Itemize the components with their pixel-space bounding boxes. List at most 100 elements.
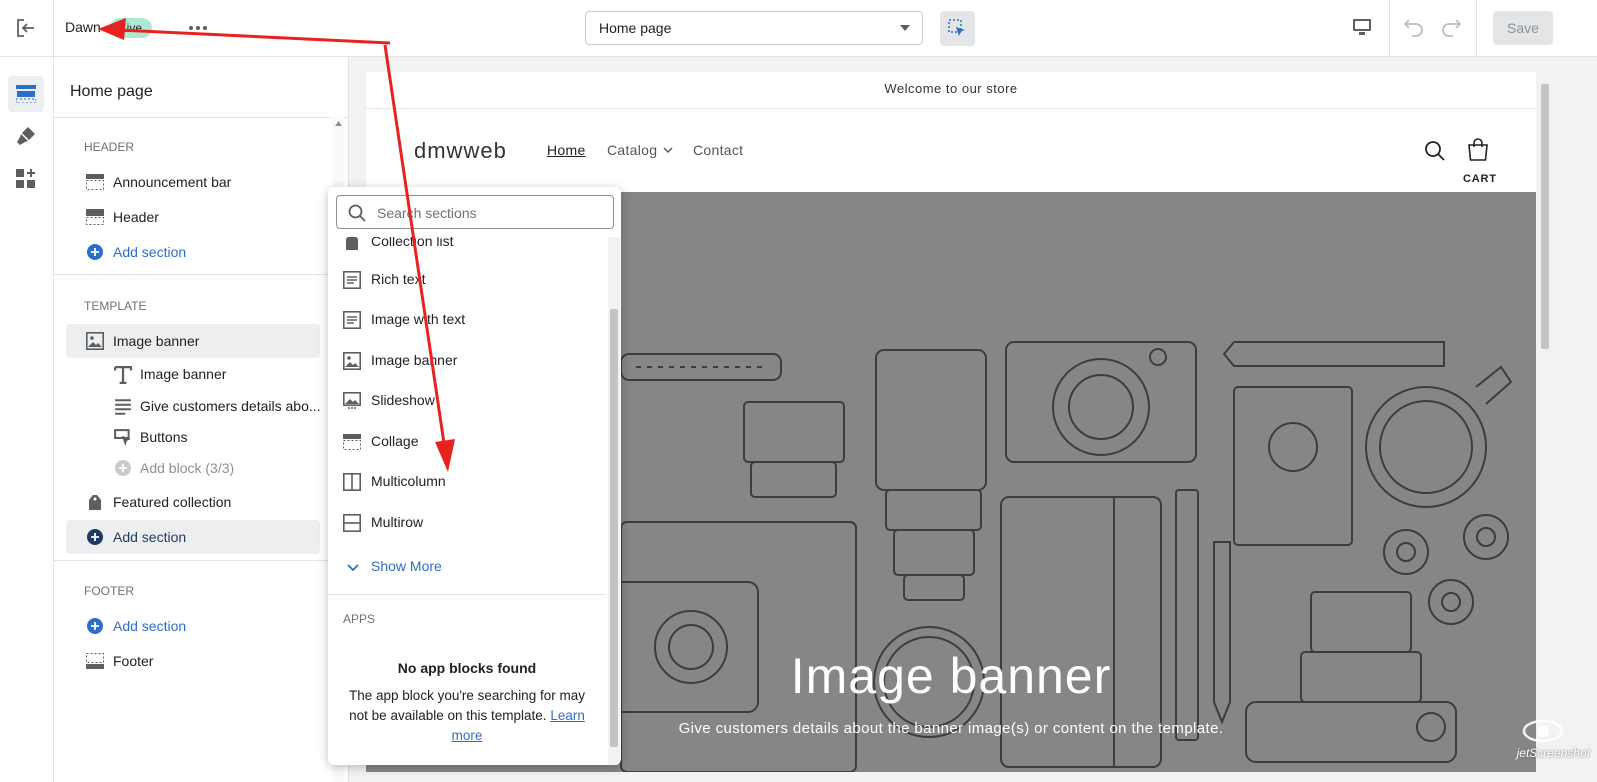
search-icon — [348, 204, 366, 222]
footer-section-icon — [86, 653, 104, 669]
desktop-icon[interactable] — [1352, 18, 1372, 36]
collection-icon — [346, 237, 358, 250]
block-item-label: Image banner — [140, 366, 227, 382]
watermark-text: jetScreenshot — [1516, 746, 1590, 760]
nav-contact[interactable]: Contact — [693, 142, 743, 158]
text-heading-icon — [114, 366, 132, 384]
section-option-label: Collection list — [371, 237, 454, 249]
button-pointer-icon — [114, 429, 131, 446]
chevron-down-icon — [900, 25, 910, 31]
section-option-rich-text[interactable]: Rich text — [328, 261, 606, 299]
block-item-label: Give customers details abo... — [140, 398, 321, 414]
nav-home[interactable]: Home — [547, 142, 586, 158]
section-option-collection-list[interactable]: Collection list — [328, 237, 606, 261]
template-group-label: TEMPLATE — [84, 299, 147, 313]
plus-circle-icon — [87, 244, 103, 260]
announcement-bar-icon — [86, 174, 104, 190]
save-button[interactable]: Save — [1493, 11, 1553, 45]
section-option-image-with-text[interactable]: Image with text — [328, 301, 606, 339]
status-badge: Live — [110, 18, 153, 38]
sidebar-item-image-banner[interactable]: Image banner — [66, 324, 320, 358]
undo-icon[interactable] — [1403, 17, 1425, 37]
columns-icon — [343, 473, 361, 491]
section-option-label: Multirow — [371, 514, 424, 530]
block-item-buttons[interactable]: Buttons — [66, 420, 320, 454]
sidebar-item-announcement-bar[interactable]: Announcement bar — [66, 165, 320, 199]
sidebar-title: Home page — [70, 83, 153, 100]
sidebar-item-label: Header — [113, 209, 159, 225]
sections-tab[interactable] — [8, 76, 44, 112]
search-sections-field[interactable] — [336, 195, 614, 229]
add-section-label: Add section — [113, 529, 187, 545]
show-more-label: Show More — [371, 558, 442, 574]
text-block-icon — [343, 311, 361, 329]
exit-icon[interactable] — [16, 19, 36, 37]
template-add-section-button[interactable]: Add section — [66, 520, 320, 554]
section-option-slideshow[interactable]: Slideshow — [328, 382, 606, 420]
block-item-heading[interactable]: Image banner — [66, 357, 320, 391]
section-option-label: Rich text — [371, 271, 426, 287]
section-option-label: Collage — [371, 433, 419, 449]
search-icon[interactable] — [1424, 140, 1446, 162]
header-add-section-button[interactable]: Add section — [66, 235, 320, 269]
inspector-toggle-button[interactable] — [940, 11, 975, 46]
apps-icon — [16, 169, 35, 188]
plus-circle-icon — [87, 529, 103, 545]
sidebar-item-label: Image banner — [113, 333, 200, 349]
page-select[interactable]: Home page — [585, 11, 923, 45]
footer-add-section-button[interactable]: Add section — [66, 609, 320, 643]
scroll-up-icon — [335, 121, 342, 126]
preview-scrollbar[interactable] — [1539, 72, 1551, 772]
header-section-icon — [86, 209, 104, 225]
text-block-icon — [343, 271, 361, 289]
announcement-bar: Welcome to our store — [366, 72, 1536, 109]
show-more-button[interactable]: Show More — [328, 548, 606, 586]
apps-group-label: APPS — [343, 612, 376, 626]
section-option-multicolumn[interactable]: Multicolumn — [328, 463, 606, 501]
no-apps-message: The app block you're searching for may n… — [342, 686, 592, 746]
app-embeds-tab[interactable] — [8, 161, 44, 197]
sections-icon — [16, 85, 36, 103]
add-section-label: Add section — [113, 618, 187, 634]
header-group-label: HEADER — [84, 140, 135, 154]
no-apps-title: No app blocks found — [397, 660, 537, 676]
chevron-down-icon — [663, 147, 673, 153]
search-sections-input[interactable] — [375, 203, 599, 223]
text-align-icon — [115, 399, 131, 415]
plus-circle-icon — [87, 618, 103, 634]
footer-group-label: FOOTER — [84, 584, 134, 598]
sections-sidebar: Home page HEADER Announcement bar Header… — [54, 57, 349, 782]
redo-icon[interactable] — [1440, 17, 1462, 37]
store-logo[interactable]: dmwweb — [414, 138, 507, 164]
collage-icon — [343, 434, 361, 450]
section-option-collage[interactable]: Collage — [328, 423, 606, 461]
tag-icon — [89, 495, 101, 510]
watermark: jetScreenshot — [1490, 718, 1590, 760]
block-item-label: Buttons — [140, 429, 188, 445]
cart-label[interactable]: CART — [1463, 173, 1497, 185]
section-option-image-banner[interactable]: Image banner — [328, 342, 606, 380]
section-option-label: Slideshow — [371, 392, 435, 408]
rows-icon — [343, 514, 361, 532]
nav-catalog[interactable]: Catalog — [607, 142, 657, 158]
image-icon — [343, 352, 361, 370]
sidebar-item-featured-collection[interactable]: Featured collection — [66, 485, 320, 519]
page-select-value: Home page — [599, 20, 672, 36]
add-section-popover: Collection list Rich text Image with tex… — [328, 187, 621, 765]
cursor-select-icon — [948, 19, 965, 36]
paint-brush-icon — [17, 127, 35, 145]
add-block-label: Add block (3/3) — [140, 460, 235, 476]
sidebar-item-footer[interactable]: Footer — [66, 644, 320, 678]
more-actions-icon[interactable] — [189, 26, 207, 30]
slideshow-icon — [343, 392, 361, 409]
block-item-text[interactable]: Give customers details abo... — [66, 389, 321, 423]
sidebar-item-header[interactable]: Header — [66, 200, 320, 234]
theme-settings-tab[interactable] — [8, 118, 44, 154]
image-icon — [86, 332, 104, 350]
add-section-label: Add section — [113, 244, 187, 260]
cart-icon[interactable] — [1467, 138, 1489, 162]
section-option-label: Multicolumn — [371, 473, 446, 489]
top-bar: Dawn Live Home page Save — [0, 0, 1597, 57]
popover-scroll-thumb[interactable] — [610, 309, 618, 747]
section-option-multirow[interactable]: Multirow — [328, 504, 606, 542]
